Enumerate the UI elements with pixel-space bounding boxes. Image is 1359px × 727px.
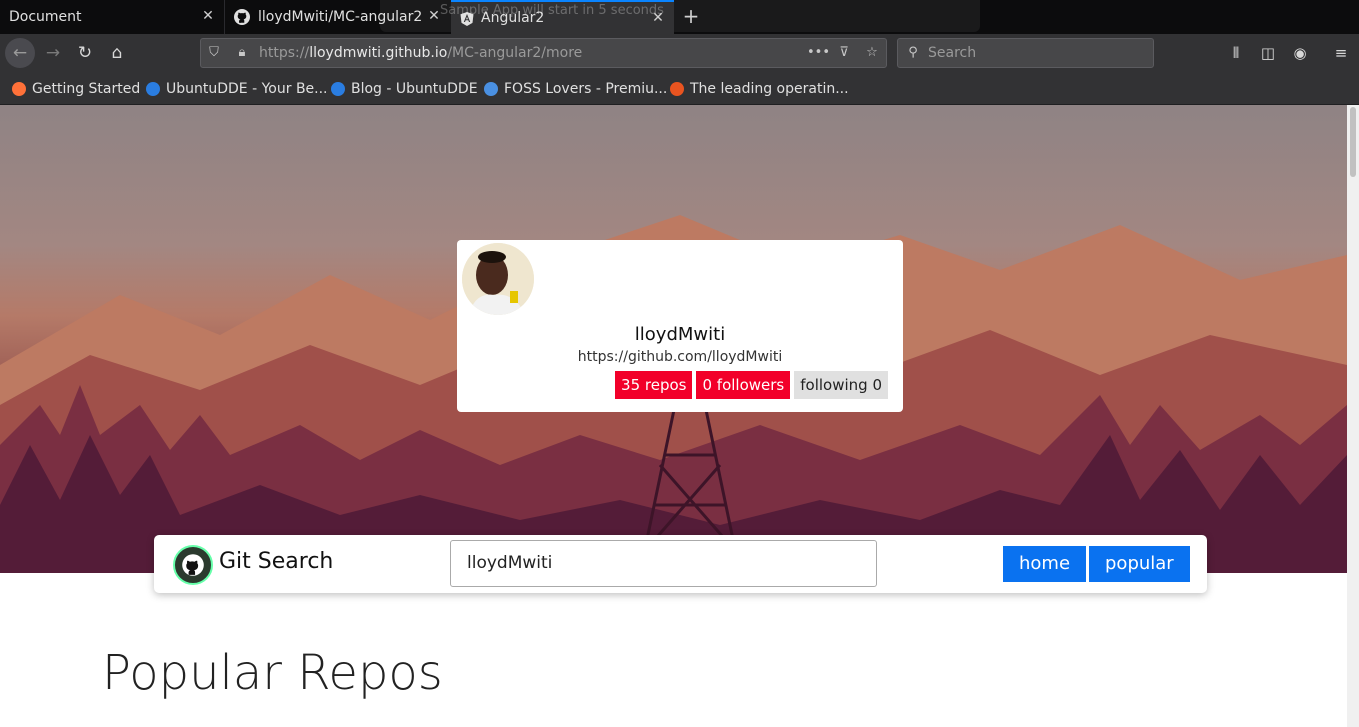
foss-lovers-icon	[484, 82, 498, 96]
search-icon: ⚲	[908, 45, 918, 60]
tab-github[interactable]: lloydMwiti/MC-angular2 ✕	[226, 0, 450, 34]
git-search-panel: Git Search lloydMwiti home popular	[154, 535, 1207, 593]
ubuntudde-icon	[331, 82, 345, 96]
reload-button[interactable]: ↻	[70, 38, 100, 68]
user-photo	[462, 243, 534, 315]
url-text: https://lloydmwiti.github.io/MC-angular2…	[259, 45, 583, 61]
avatar	[462, 243, 534, 315]
tab-title: lloydMwiti/MC-angular2	[258, 9, 423, 25]
page-content: lloydMwiti https://github.com/lloydMwiti…	[0, 105, 1347, 727]
brand-title: Git Search	[219, 549, 334, 574]
library-icon[interactable]: ⫴	[1222, 38, 1250, 68]
page-actions-icon[interactable]: •••	[807, 44, 830, 62]
pocket-icon[interactable]: ⊽	[835, 44, 853, 62]
bookmark-item[interactable]: The leading operatin...	[670, 80, 849, 98]
profile-card: lloydMwiti https://github.com/lloydMwiti…	[457, 240, 903, 412]
section-heading: Popular Repos	[102, 645, 443, 701]
popular-button[interactable]: popular	[1089, 546, 1190, 582]
tab-bar: Document ✕ lloydMwiti/MC-angular2 ✕ Angu…	[0, 0, 1359, 34]
following-badge: following 0	[794, 371, 888, 399]
forward-button[interactable]: →	[38, 38, 68, 68]
bookmark-star-icon[interactable]: ☆	[863, 44, 881, 62]
ubuntu-icon	[670, 82, 684, 96]
back-button[interactable]: ←	[5, 38, 35, 68]
search-placeholder: Search	[928, 45, 977, 61]
bookmark-item[interactable]: UbuntuDDE - Your Be...	[146, 80, 328, 98]
sidebar-icon[interactable]: ◫	[1254, 38, 1282, 68]
url-bar[interactable]: ⛉ 🔒︎ https://lloydmwiti.github.io/MC-ang…	[200, 38, 887, 68]
page-scrollbar[interactable]	[1347, 105, 1359, 727]
close-icon[interactable]: ✕	[200, 8, 216, 24]
followers-badge: 0 followers	[696, 371, 791, 399]
firefox-icon	[12, 82, 26, 96]
scrollbar-thumb[interactable]	[1350, 107, 1356, 177]
lock-icon[interactable]: 🔒︎	[233, 44, 251, 62]
shield-icon[interactable]: ⛉	[205, 44, 223, 62]
github-logo-icon	[173, 545, 213, 585]
user-search-input[interactable]: lloydMwiti	[450, 540, 877, 587]
toast-text: Sample App will start in 5 seconds	[440, 3, 664, 18]
tab-title: Document	[9, 9, 82, 25]
menu-icon[interactable]: ≡	[1327, 38, 1355, 68]
bookmark-item[interactable]: Getting Started	[12, 80, 140, 98]
account-icon[interactable]: ◉	[1286, 38, 1314, 68]
bookmarks-toolbar: Getting Started UbuntuDDE - Your Be... B…	[0, 72, 1359, 105]
profile-username: lloydMwiti	[634, 324, 726, 345]
repos-badge: 35 repos	[615, 371, 693, 399]
home-icon[interactable]: ⌂	[102, 38, 132, 68]
ubuntudde-icon	[146, 82, 160, 96]
tab-document[interactable]: Document ✕	[0, 0, 225, 34]
home-button[interactable]: home	[1003, 546, 1087, 582]
bookmark-item[interactable]: Blog - UbuntuDDE	[331, 80, 478, 98]
search-bar[interactable]: ⚲ Search	[897, 38, 1154, 68]
nav-toolbar: ← → ↻ ⌂ ⛉ 🔒︎ https://lloydmwiti.github.i…	[0, 34, 1359, 72]
bookmark-item[interactable]: FOSS Lovers - Premiu...	[484, 80, 667, 98]
github-icon	[234, 9, 250, 25]
profile-stats: 35 repos 0 followers following 0	[615, 371, 888, 399]
profile-url: https://github.com/lloydMwiti	[577, 349, 783, 365]
new-tab-button[interactable]: +	[680, 4, 702, 28]
